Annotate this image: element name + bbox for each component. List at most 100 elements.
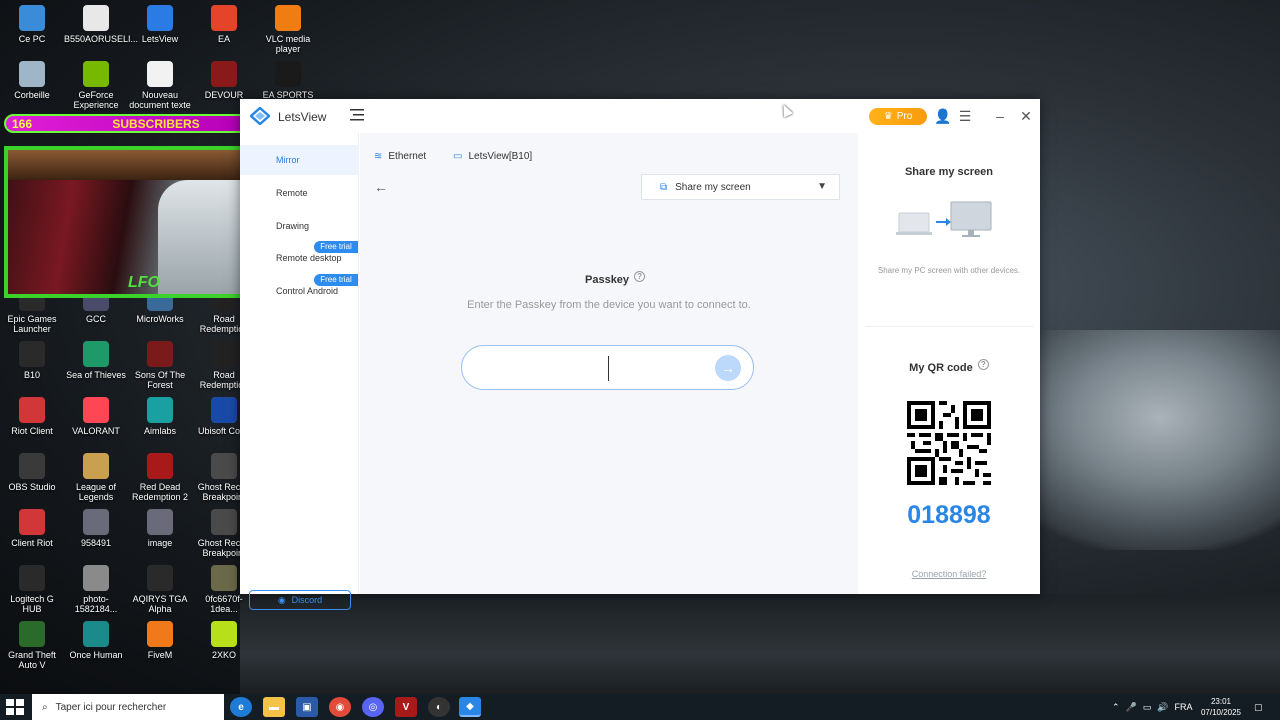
gta-icon: [19, 621, 45, 647]
desktop-icon[interactable]: League of Legends: [64, 453, 128, 502]
help-icon[interactable]: ?: [634, 271, 646, 282]
sidebar-item-remote[interactable]: Remote: [240, 178, 359, 208]
discord-button[interactable]: ◉ Discord: [249, 590, 351, 610]
device-label: LetsView[B10]: [468, 151, 533, 162]
clock-date: 07/10/2025: [1200, 708, 1242, 717]
desktop-icon-label: Sons Of The Forest: [134, 370, 186, 390]
desktop-icon-label: League of Legends: [75, 482, 117, 502]
pro-button[interactable]: ♛ Pro: [869, 108, 927, 125]
sidebar-item-drawing[interactable]: Drawing: [240, 211, 359, 241]
desktop-icon[interactable]: Client Riot: [0, 509, 64, 548]
help-icon[interactable]: ?: [977, 359, 989, 370]
user-icon[interactable]: 👤: [934, 108, 951, 124]
language-indicator[interactable]: FRA: [1175, 702, 1193, 712]
main-panel: ≋ Ethernet ▭ LetsView[B10] ← ⧉ Share my …: [360, 133, 858, 594]
share-screen-dropdown[interactable]: ⧉ Share my screen ▼: [641, 174, 840, 200]
back-arrow-icon[interactable]: ←: [374, 179, 388, 195]
desktop-icon[interactable]: Aimlabs: [128, 397, 192, 436]
edge-icon[interactable]: e: [230, 697, 252, 717]
store-icon[interactable]: ▣: [296, 697, 318, 717]
desktop-icon-label: OBS Studio: [8, 482, 56, 492]
desktop-icon[interactable]: Logitech G HUB: [0, 565, 64, 614]
taskbar-search[interactable]: ⌕ Taper ici pour rechercher: [32, 694, 224, 720]
letsview-logo-icon: [250, 107, 270, 125]
desktop-icon[interactable]: Grand Theft Auto V: [0, 621, 64, 670]
desktop-icon[interactable]: Corbeille: [0, 61, 64, 100]
obs-taskbar-icon[interactable]: ◐: [428, 697, 450, 717]
desktop-icon[interactable]: Ce PC: [0, 5, 64, 44]
desktop-icon[interactable]: Riot Client: [0, 397, 64, 436]
desktop-icon[interactable]: B10: [0, 341, 64, 380]
desktop-icon-label: Riot Client: [11, 426, 53, 436]
microphone-icon[interactable]: 🎤: [1126, 702, 1137, 713]
geforce-icon: [83, 61, 109, 87]
desktop-icon[interactable]: image: [128, 509, 192, 548]
connect-arrow-button[interactable]: →: [715, 355, 741, 381]
file-explorer-icon[interactable]: ▬: [263, 697, 285, 717]
notification-icon[interactable]: ▢: [1254, 694, 1263, 720]
ea-icon: [211, 5, 237, 31]
desktop-icon-label: VALORANT: [72, 426, 120, 436]
desktop-icon-label: Ce PC: [18, 34, 46, 44]
desktop-icon[interactable]: OBS Studio: [0, 453, 64, 492]
sidebar-item-label: Drawing: [276, 221, 310, 231]
desktop-icon[interactable]: VLC media player: [256, 5, 320, 54]
title-bar[interactable]: LetsView ♛ Pro 👤 ☰ – ✕: [240, 99, 1040, 133]
voicemeeter-icon[interactable]: V: [395, 697, 417, 717]
desktop-icon[interactable]: 2XKO: [192, 621, 256, 660]
close-icon[interactable]: ✕: [1018, 108, 1034, 124]
minimize-icon[interactable]: –: [992, 108, 1008, 124]
desktop-icon[interactable]: B550AORUSELI...: [64, 5, 138, 44]
windows-start-icon[interactable]: [6, 699, 24, 715]
desktop-icon-label: Red Dead Redemption 2: [131, 482, 189, 502]
desktop-icon[interactable]: AQIRYS TGA Alpha: [128, 565, 192, 614]
letsview-taskbar-icon[interactable]: ◆: [459, 697, 481, 717]
desktop-icon[interactable]: DEVOUR: [192, 61, 256, 100]
clock[interactable]: 23:01 07/10/2025: [1195, 696, 1247, 718]
desktop-icon[interactable]: Sea of Thieves: [64, 341, 128, 380]
image-file-icon: [83, 509, 109, 535]
volume-icon[interactable]: 🔊: [1157, 702, 1168, 713]
recycle-bin-icon: [19, 61, 45, 87]
menu-icon[interactable]: ☰: [957, 108, 973, 124]
qr-code-title: My QR code ?: [858, 359, 1040, 374]
sidebar-item-remote-desktop[interactable]: Remote desktop: [240, 243, 359, 273]
desktop-icon[interactable]: GeForce Experience: [64, 61, 128, 110]
chrome-icon[interactable]: ◉: [329, 697, 351, 717]
desktop-icon[interactable]: 958491: [64, 509, 128, 548]
desktop-icon[interactable]: Red Dead Redemption 2: [128, 453, 192, 502]
desktop-icon-label: MicroWorks: [136, 314, 184, 324]
collapse-menu-icon[interactable]: [350, 109, 364, 121]
system-tray: ⌃ 🎤 ▭ 🔊 FRA: [1112, 694, 1193, 720]
discord-taskbar-icon[interactable]: ◎: [362, 697, 384, 717]
chevron-up-icon[interactable]: ⌃: [1112, 702, 1120, 713]
sidebar-item-control-android[interactable]: Control Android: [240, 276, 359, 306]
desktop-icon[interactable]: VALORANT: [64, 397, 128, 436]
desktop-icon[interactable]: photo-1582184...: [64, 565, 128, 614]
network-icon[interactable]: ▭: [1143, 702, 1152, 713]
taskbar: ⌕ Taper ici pour rechercher e ▬ ▣ ◉ ◎ V …: [0, 694, 1280, 720]
desktop-icon[interactable]: Once Human: [64, 621, 128, 660]
desktop-icon[interactable]: LetsView: [128, 5, 192, 44]
desktop-icon-label: LetsView: [141, 34, 179, 44]
desktop-icon[interactable]: EA: [192, 5, 256, 44]
desktop-icon[interactable]: Nouveau document texte: [128, 61, 192, 110]
ubisoft-icon: [211, 397, 237, 423]
desktop-icon-label: Corbeille: [14, 90, 50, 100]
webcam-ceiling: [8, 150, 270, 180]
wallpaper-road: [240, 594, 1280, 694]
image-file-icon: [147, 509, 173, 535]
lol-icon: [83, 453, 109, 479]
file-icon: [83, 5, 109, 31]
connection-failed-link[interactable]: Connection failed?: [858, 569, 1040, 579]
subscriber-count: 166: [12, 116, 33, 131]
desktop-icon[interactable]: FiveM: [128, 621, 192, 660]
desktop-icon[interactable]: Sons Of The Forest: [128, 341, 192, 390]
pro-label: Pro: [896, 111, 913, 122]
monitor-icon: ▭: [453, 151, 463, 162]
once-human-icon: [83, 621, 109, 647]
sea-of-thieves-icon: [83, 341, 109, 367]
passkey-input[interactable]: →: [461, 345, 754, 390]
sidebar-item-mirror[interactable]: Mirror: [240, 145, 359, 175]
2xko-icon: [211, 621, 237, 647]
